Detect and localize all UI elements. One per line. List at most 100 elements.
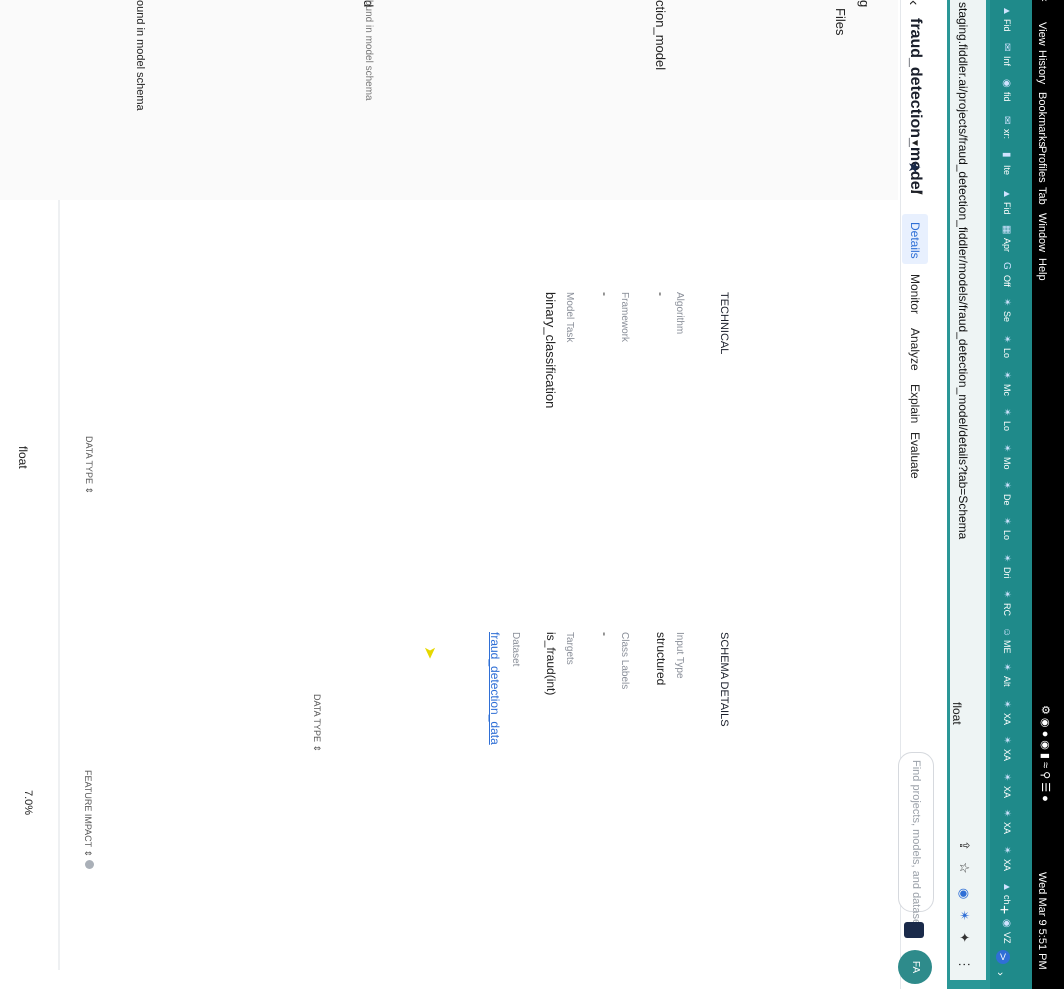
feature-impact-header[interactable]: FEATURE IMPACT ⇕ [82, 770, 94, 869]
bookmark-label: De [1002, 493, 1012, 506]
data-type-header-left[interactable]: DATA TYPE ⇕ [83, 436, 94, 494]
model-dropdown-chevron-icon[interactable]: ▼ [909, 138, 920, 148]
tab-details[interactable]: Details [908, 222, 922, 259]
model-task-value: binary_classification [543, 292, 558, 409]
bookmark-item[interactable]: ✴ Lo [992, 406, 1028, 440]
bookmark-label: Lo [1002, 420, 1012, 431]
bookmark-item[interactable]: G Off [992, 260, 1028, 294]
gear-icon: ✴ [1001, 371, 1012, 380]
menu-dots-icon[interactable]: ⋮ [956, 958, 972, 971]
bookmark-item[interactable]: ✴ Mc [992, 369, 1028, 403]
framework-value: - [598, 292, 612, 296]
bookmark-label: Off [1002, 274, 1012, 287]
gear-icon: ✴ [1001, 298, 1012, 307]
data-type-header-right-text: DATA TYPE [312, 694, 322, 743]
notes-icon[interactable] [904, 922, 924, 938]
menu-window[interactable]: Window [1036, 213, 1048, 252]
add-bookmark-icon[interactable]: + [994, 905, 1012, 914]
bookmark-item[interactable]: ▲ Fid [992, 187, 1028, 221]
search-placeholder[interactable]: Find projects, models, and datasets [910, 760, 922, 934]
shield-icon: ▲ [1001, 6, 1012, 16]
share-icon[interactable]: ⇪ [956, 840, 972, 851]
bookmark-item[interactable]: ◉ VZ [992, 917, 1028, 951]
extension-icon[interactable]: ◉ [956, 888, 972, 899]
schema-note-2: ound in model schema [134, 0, 146, 111]
menu-tab[interactable]: Tab [1036, 187, 1048, 205]
gear-icon: ✴ [1001, 517, 1012, 526]
files-label[interactable]: Files [833, 8, 848, 35]
gear-icon: ✴ [1001, 334, 1012, 343]
bookmark-item[interactable]: ✴ De [992, 479, 1028, 513]
algorithm-value: - [654, 292, 668, 296]
menubar-apple-icon[interactable]: ‹ [1038, 0, 1050, 2]
menu-help[interactable]: Help [1036, 258, 1048, 281]
bookmark-item[interactable]: ✴ Se [992, 296, 1028, 330]
bookmark-item[interactable]: ✴ XA [992, 771, 1028, 805]
gear-icon: ✴ [1001, 553, 1012, 562]
bookmark-item[interactable]: ✉ xr: [992, 114, 1028, 148]
bookmark-item[interactable]: ◉ fid [992, 77, 1028, 111]
bookmark-label: fid [1002, 92, 1012, 102]
class-labels-label: Class Labels [617, 632, 635, 689]
row2-data-type: float [950, 702, 964, 725]
bookmark-label: Apr [1002, 238, 1012, 253]
class-labels-label-text: Class Labels [619, 632, 630, 690]
avatar-initials[interactable]: FA [898, 961, 932, 973]
bookmark-item[interactable]: ☺ ME [992, 625, 1028, 659]
close-icon[interactable]: ‹ [904, 0, 922, 5]
star-icon[interactable]: ☆ [956, 862, 972, 874]
gear-icon: ✴ [1001, 772, 1012, 781]
row2-feature-impact: 7.0% [22, 790, 34, 816]
chevron-down-icon[interactable]: › [994, 972, 1006, 976]
dataset-link[interactable]: fraud_detection_data [488, 632, 502, 745]
bookmark-item[interactable]: ✴ Mo [992, 442, 1028, 476]
github-icon: ◉ [1001, 79, 1012, 88]
bookmark-label: XA [1002, 822, 1012, 835]
tab-evaluate[interactable]: Evaluate [908, 432, 922, 479]
bookmark-label: Alt [1002, 676, 1012, 687]
bookmark-label: XA [1002, 785, 1012, 798]
gear-icon: ✴ [1001, 590, 1012, 599]
tab-monitor[interactable]: Monitor [908, 274, 922, 314]
avatar[interactable]: FA [898, 950, 932, 984]
gear-icon: ✴ [1001, 480, 1012, 489]
bookmark-item[interactable]: ▮ Ite [992, 150, 1028, 184]
puzzle-icon[interactable]: ✴ [956, 910, 972, 921]
bookmark-label: Mo [1002, 457, 1012, 470]
bookmark-item[interactable]: ✴ XA [992, 734, 1028, 768]
bookmark-item[interactable]: ✴ XA [992, 844, 1028, 878]
bookmark-item[interactable]: ✴ XA [992, 807, 1028, 841]
url-text[interactable]: staging.fiddler.ai/projects/fraud_detect… [956, 2, 970, 539]
data-type-header-right[interactable]: DATA TYPE ⇕ [311, 694, 322, 752]
model-task-label-text: Model Task [564, 292, 575, 343]
tab-analyze[interactable]: Analyze [908, 328, 922, 371]
bookmark-item[interactable]: ✴ Lo [992, 333, 1028, 367]
menu-history[interactable]: History [1036, 50, 1048, 84]
bookmark-item[interactable]: ▲ Fid [992, 4, 1028, 38]
targets-label: Targets [562, 632, 580, 665]
slides-icon: ▮ [1001, 152, 1012, 158]
targets-value: is_fraud(int) [544, 632, 558, 696]
bookmark-item[interactable]: ✴ Dri [992, 552, 1028, 586]
pin-icon[interactable]: ✦ [956, 932, 972, 943]
tab-explain[interactable]: Explain [908, 384, 922, 423]
bookmark-item[interactable]: ▦ Apr [992, 223, 1028, 257]
shield-icon: ▲ [1001, 882, 1012, 892]
menu-profiles[interactable]: Profiles [1036, 146, 1048, 183]
bookmark-item[interactable]: ✴ RC [992, 588, 1028, 622]
bookmark-item[interactable]: ✉ Inf [992, 41, 1028, 75]
model-task-label: Model Task [562, 292, 580, 342]
dataset-label: Dataset [508, 632, 526, 666]
bookmark-item[interactable]: ✴ Lo [992, 515, 1028, 549]
bookmark-item[interactable]: ✴ Alt [992, 661, 1028, 695]
favorite-star-icon[interactable]: ★ [904, 160, 924, 174]
bookmark-item[interactable]: ✴ XA [992, 698, 1028, 732]
github-icon: ◉ [1001, 918, 1012, 928]
menu-bookmarks[interactable]: Bookmarks [1036, 92, 1048, 147]
profile-badge-icon[interactable]: V [996, 950, 1010, 964]
menu-view[interactable]: View [1036, 22, 1048, 46]
left-panel-fragment-g: g [857, 0, 872, 8]
shield-icon: ▲ [1001, 188, 1012, 199]
framework-label: Framework [617, 292, 635, 342]
schema-details-title: SCHEMA DETAILS [718, 632, 730, 727]
